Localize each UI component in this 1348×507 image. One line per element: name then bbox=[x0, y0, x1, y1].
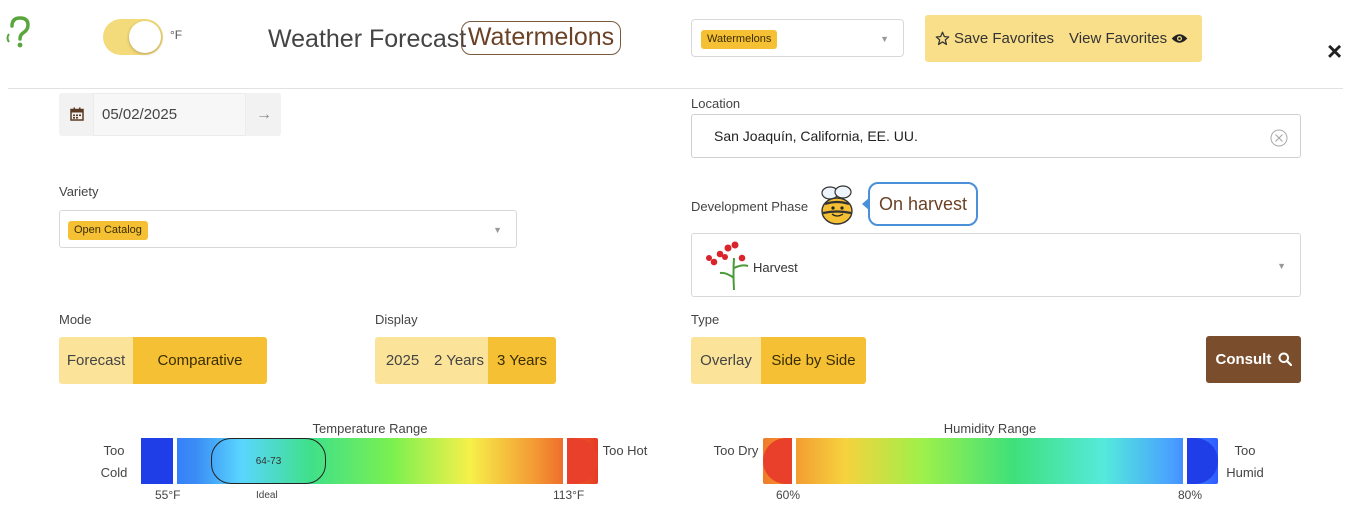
eye-icon bbox=[1171, 34, 1188, 43]
header-divider bbox=[8, 88, 1343, 89]
development-phase-label: Development Phase bbox=[691, 199, 809, 214]
display-toggle-group: 2025 2 Years 3 Years bbox=[375, 337, 556, 384]
display-3-years-button[interactable]: 3 Years bbox=[488, 337, 556, 384]
consult-button[interactable]: Consult bbox=[1206, 336, 1301, 383]
location-value: San Joaquín, California, EE. UU. bbox=[714, 128, 918, 144]
phase-select[interactable]: Harvest ▼ bbox=[691, 233, 1301, 297]
crop-select-tag: Watermelons bbox=[701, 30, 778, 49]
type-label: Type bbox=[691, 312, 720, 327]
humidity-range-title: Humidity Range bbox=[943, 421, 1037, 436]
too-cold-label: Too Cold bbox=[100, 443, 128, 480]
save-favorites-label: Save Favorites bbox=[954, 30, 1055, 47]
search-icon bbox=[1278, 352, 1292, 367]
too-hot-label: Too Hot bbox=[602, 443, 648, 458]
star-outline-icon bbox=[935, 31, 950, 46]
variety-tag: Open Catalog bbox=[68, 221, 148, 240]
humidity-min-label: 60% bbox=[776, 488, 801, 502]
view-favorites-button[interactable]: View Favorites bbox=[1069, 30, 1192, 47]
display-2025-button[interactable]: 2025 bbox=[375, 337, 430, 384]
mode-comparative-button[interactable]: Comparative bbox=[133, 337, 267, 384]
humidity-range-bar bbox=[763, 438, 1218, 484]
type-side-by-side-button[interactable]: Side by Side bbox=[761, 337, 866, 384]
crop-badge: Watermelons bbox=[461, 21, 621, 55]
crop-select[interactable]: Watermelons ▼ bbox=[691, 19, 904, 57]
unit-label: °F bbox=[170, 28, 183, 42]
bee-icon bbox=[817, 183, 857, 227]
humidity-max-label: 80% bbox=[1178, 488, 1203, 502]
type-overlay-button[interactable]: Overlay bbox=[691, 337, 761, 384]
ideal-range-marker: 64-73 bbox=[211, 438, 326, 484]
favorites-group: Save Favorites View Favorites bbox=[925, 15, 1202, 62]
too-dry-label: Too Dry bbox=[713, 443, 759, 458]
toggle-knob bbox=[129, 21, 161, 53]
mode-forecast-button[interactable]: Forecast bbox=[59, 337, 133, 384]
temperature-range-title: Temperature Range bbox=[312, 421, 428, 436]
date-picker: 05/02/2025 → bbox=[59, 93, 281, 136]
temperature-min-label: 55°F bbox=[155, 488, 181, 502]
chevron-down-icon: ▼ bbox=[1277, 261, 1286, 271]
mode-toggle-group: Forecast Comparative bbox=[59, 337, 267, 384]
close-icon[interactable]: × bbox=[1327, 36, 1342, 66]
save-favorites-button[interactable]: Save Favorites bbox=[935, 30, 1054, 47]
location-label: Location bbox=[691, 96, 741, 111]
ideal-label: Ideal bbox=[256, 490, 278, 501]
calendar-icon[interactable] bbox=[70, 107, 84, 121]
flower-icon bbox=[706, 241, 749, 291]
display-label: Display bbox=[375, 312, 418, 327]
consult-label: Consult bbox=[1215, 351, 1272, 368]
clear-circle-icon[interactable] bbox=[1270, 129, 1288, 147]
phase-value: Harvest bbox=[753, 260, 798, 275]
date-input[interactable]: 05/02/2025 bbox=[93, 93, 246, 136]
mode-label: Mode bbox=[59, 312, 92, 327]
chevron-down-icon: ▼ bbox=[493, 225, 502, 235]
view-favorites-label: View Favorites bbox=[1069, 30, 1168, 47]
page-title: Weather Forecast bbox=[268, 25, 467, 53]
location-input[interactable]: San Joaquín, California, EE. UU. bbox=[691, 114, 1301, 158]
unit-toggle[interactable] bbox=[103, 19, 163, 55]
temperature-range-bar bbox=[141, 438, 598, 484]
variety-select[interactable]: Open Catalog ▼ bbox=[59, 210, 517, 248]
type-toggle-group: Overlay Side by Side bbox=[691, 337, 866, 384]
too-humid-label: Too Humid bbox=[1226, 443, 1264, 480]
help-icon[interactable] bbox=[6, 14, 36, 54]
chevron-down-icon: ▼ bbox=[880, 34, 889, 44]
display-2-years-button[interactable]: 2 Years bbox=[430, 337, 488, 384]
temperature-max-label: 113°F bbox=[553, 488, 585, 502]
phase-speech-bubble: On harvest bbox=[868, 182, 978, 226]
variety-label: Variety bbox=[59, 184, 99, 199]
arrow-right-icon[interactable]: → bbox=[256, 106, 272, 124]
